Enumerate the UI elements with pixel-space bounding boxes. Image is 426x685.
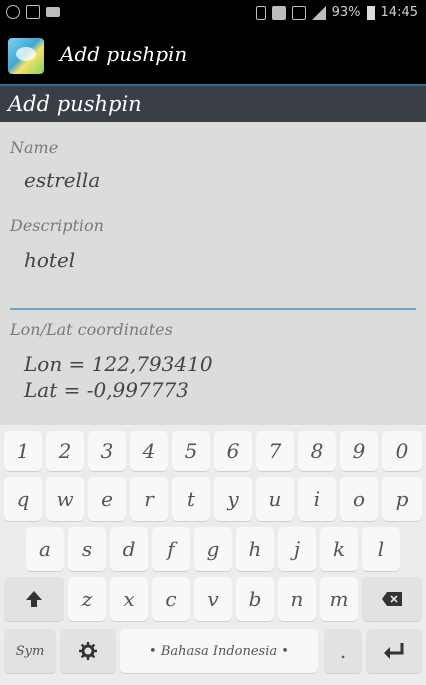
key-n[interactable]: n <box>278 577 316 621</box>
gear-icon <box>79 642 97 660</box>
key-x[interactable]: x <box>110 577 148 621</box>
key-6[interactable]: 6 <box>214 431 252 471</box>
key-h[interactable]: h <box>236 527 274 571</box>
key-8[interactable]: 8 <box>298 431 336 471</box>
key-2[interactable]: 2 <box>46 431 84 471</box>
period-key[interactable]: . <box>324 629 362 673</box>
key-7[interactable]: 7 <box>256 431 294 471</box>
status-right-icons: 93% 14:45 <box>255 5 418 20</box>
description-field[interactable]: hotel <box>24 248 75 272</box>
status-bar: 93% 14:45 <box>0 0 426 28</box>
key-q[interactable]: q <box>4 477 42 521</box>
battery-icon <box>366 5 375 20</box>
app-logo-icon[interactable] <box>8 38 44 74</box>
key-1[interactable]: 1 <box>4 431 42 471</box>
app-title: Add pushpin <box>60 42 188 66</box>
input-underline <box>10 308 416 310</box>
enter-key[interactable] <box>366 629 422 673</box>
name-field[interactable]: estrella <box>24 168 100 192</box>
notification-icon <box>6 5 20 19</box>
key-l[interactable]: l <box>362 527 400 571</box>
gallery-icon <box>26 5 40 19</box>
key-j[interactable]: j <box>278 527 316 571</box>
key-4[interactable]: 4 <box>130 431 168 471</box>
battery-percent: 93% <box>331 5 361 20</box>
enter-icon <box>384 643 404 659</box>
key-u[interactable]: u <box>256 477 294 521</box>
backspace-key[interactable] <box>362 577 422 621</box>
key-w[interactable]: w <box>46 477 84 521</box>
key-b[interactable]: b <box>236 577 274 621</box>
key-r[interactable]: r <box>130 477 168 521</box>
add-pushpin-dialog: Add pushpin Name estrella Description ho… <box>0 84 426 425</box>
status-left-icons <box>6 5 60 19</box>
longitude-value: Lon = 122,793410 <box>24 352 213 376</box>
backspace-icon <box>382 592 402 606</box>
clock: 14:45 <box>380 5 418 20</box>
key-m[interactable]: m <box>320 577 358 621</box>
key-5[interactable]: 5 <box>172 431 210 471</box>
key-g[interactable]: g <box>194 527 232 571</box>
key-e[interactable]: e <box>88 477 126 521</box>
key-t[interactable]: t <box>172 477 210 521</box>
signal-icon <box>311 5 326 20</box>
vibrate-icon <box>255 5 266 20</box>
key-y[interactable]: y <box>214 477 252 521</box>
settings-key[interactable] <box>60 629 116 673</box>
key-0[interactable]: 0 <box>382 431 422 471</box>
data-icon <box>291 5 306 20</box>
shift-key[interactable] <box>4 577 64 621</box>
key-k[interactable]: k <box>320 527 358 571</box>
key-3[interactable]: 3 <box>88 431 126 471</box>
coordinates-label: Lon/Lat coordinates <box>10 320 173 339</box>
key-f[interactable]: f <box>152 527 190 571</box>
key-i[interactable]: i <box>298 477 336 521</box>
action-bar: Add pushpin <box>0 28 426 84</box>
key-d[interactable]: d <box>110 527 148 571</box>
key-p[interactable]: p <box>382 477 422 521</box>
soft-keyboard: 1 2 3 4 5 6 7 8 9 0 q w e r t y u i o p … <box>0 425 426 685</box>
key-v[interactable]: v <box>194 577 232 621</box>
description-label: Description <box>10 216 104 235</box>
dialog-header: Add pushpin <box>0 84 426 122</box>
shift-arrow-icon <box>26 591 42 607</box>
key-z[interactable]: z <box>68 577 106 621</box>
key-s[interactable]: s <box>68 527 106 571</box>
key-o[interactable]: o <box>340 477 378 521</box>
sym-key[interactable]: Sym <box>4 629 56 673</box>
dialog-title: Add pushpin <box>8 92 142 116</box>
nfc-icon <box>271 5 286 20</box>
latitude-value: Lat = -0,997773 <box>24 378 189 402</box>
menu-icon <box>46 7 60 17</box>
space-bar[interactable]: • Bahasa Indonesia • <box>120 629 318 673</box>
key-9[interactable]: 9 <box>340 431 378 471</box>
key-c[interactable]: c <box>152 577 190 621</box>
key-a[interactable]: a <box>26 527 64 571</box>
name-label: Name <box>10 138 59 157</box>
